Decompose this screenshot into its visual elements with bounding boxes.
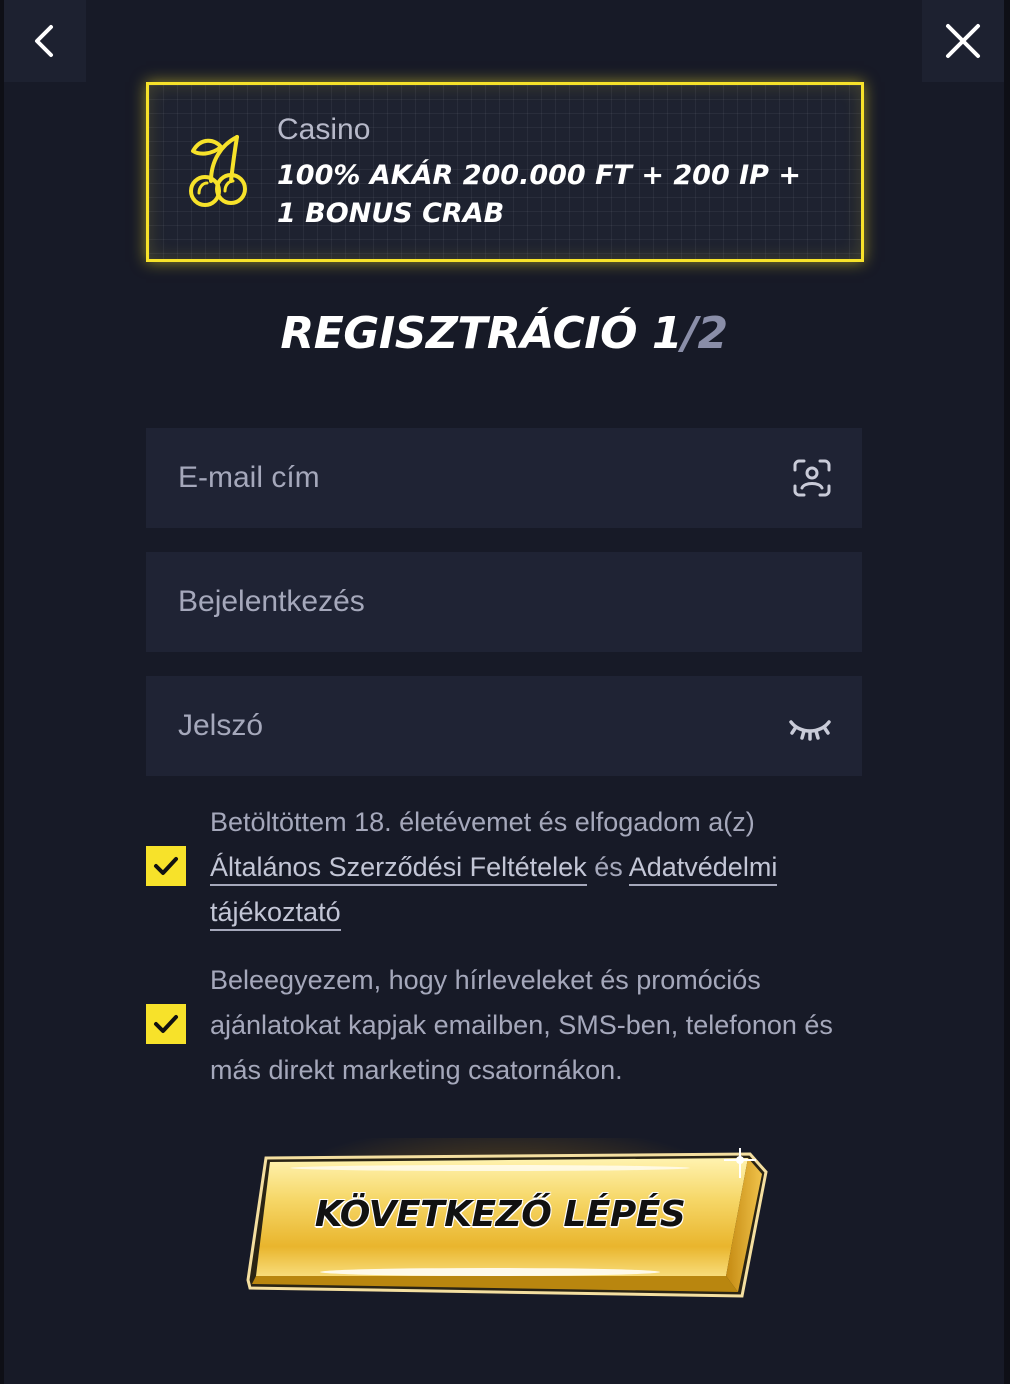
password-field[interactable]	[146, 676, 862, 776]
page-title: REGISZTRÁCIÓ 1/2	[4, 308, 1004, 359]
email-field[interactable]	[146, 428, 862, 528]
step-separator: /	[681, 308, 698, 359]
step-current: REGISZTRÁCIÓ 1	[280, 308, 682, 359]
terms-consent: Betöltöttem 18. életévemet és elfogadom …	[146, 800, 862, 940]
terms-checkbox[interactable]	[146, 846, 186, 886]
next-step-label[interactable]: KÖVETKEZŐ LÉPÉS	[240, 1194, 760, 1235]
cherries-icon	[189, 135, 247, 207]
back-button[interactable]	[4, 0, 86, 82]
registration-modal: Casino 100% AKÁR 200.000 FT + 200 IP + 1…	[4, 0, 1004, 1384]
chevron-left-icon	[35, 25, 53, 57]
close-button[interactable]	[922, 0, 1004, 82]
step-total: 2	[697, 308, 729, 359]
email-input[interactable]	[146, 428, 862, 528]
marketing-checkbox[interactable]	[146, 1004, 186, 1044]
login-field[interactable]	[146, 552, 862, 652]
terms-link[interactable]: Általános Szerződési Feltételek	[210, 852, 587, 886]
terms-text-before: Betöltöttem 18. életévemet és elfogadom …	[210, 807, 755, 837]
next-step-button[interactable]: KÖVETKEZŐ LÉPÉS	[240, 1138, 770, 1308]
bonus-category: Casino	[277, 113, 371, 146]
eye-closed-icon[interactable]	[788, 706, 832, 746]
terms-text-and: és	[586, 852, 629, 882]
marketing-consent: Beleegyezem, hogy hírleveleket és promóc…	[146, 958, 862, 1098]
marketing-text: Beleegyezem, hogy hírleveleket és promóc…	[210, 965, 833, 1085]
bonus-banner[interactable]: Casino 100% AKÁR 200.000 FT + 200 IP + 1…	[146, 82, 864, 262]
face-scan-icon[interactable]	[792, 458, 832, 498]
bonus-offer: 100% AKÁR 200.000 FT + 200 IP + 1 BONUS …	[277, 160, 801, 229]
checkmark-icon	[154, 857, 178, 875]
terms-text: Betöltöttem 18. életévemet és elfogadom …	[210, 800, 860, 935]
checkmark-icon	[154, 1015, 178, 1033]
password-input[interactable]	[146, 676, 862, 776]
login-input[interactable]	[146, 552, 862, 652]
close-icon	[946, 24, 980, 58]
